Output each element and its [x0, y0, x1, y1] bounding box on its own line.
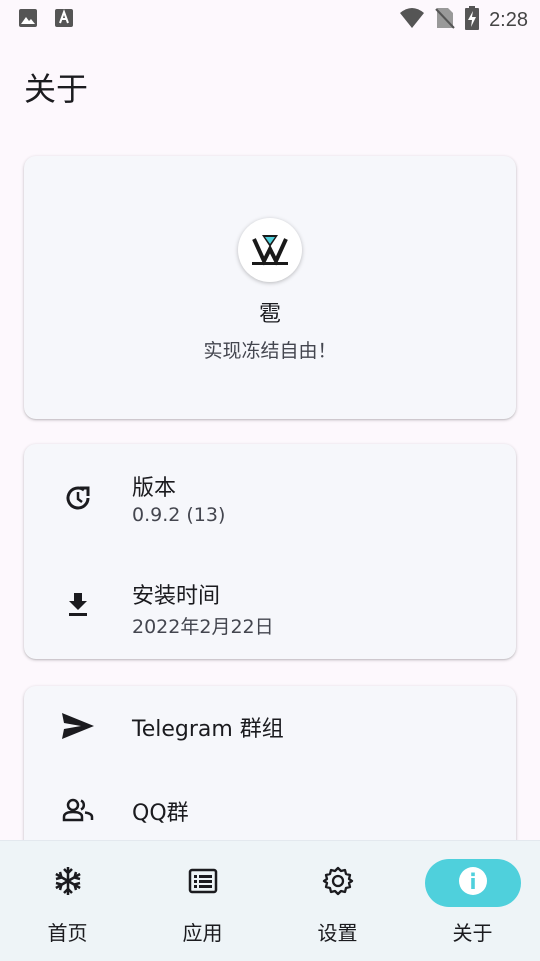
version-value: 0.9.2 (13) [132, 504, 226, 526]
no-sim-icon [435, 6, 455, 34]
gear-icon [322, 865, 354, 901]
install-time-value: 2022年2月22日 [132, 616, 274, 638]
send-icon [60, 708, 96, 744]
community-links-card: Telegram 群组 QQ群 [24, 686, 516, 866]
wifi-icon [399, 7, 425, 33]
group-icon [60, 792, 96, 828]
qq-group-label: QQ群 [132, 801, 189, 826]
image-notification-icon [18, 8, 38, 32]
nav-label-settings: 设置 [317, 921, 358, 945]
nav-pill-home [20, 859, 116, 907]
info-icon [457, 865, 489, 901]
app-tagline: 实现冻结自由！ [203, 340, 337, 362]
bottom-navigation: 首页 应用 设置 关于 [0, 840, 540, 961]
list-icon [188, 868, 218, 898]
nav-item-settings[interactable]: 设置 [270, 841, 405, 961]
install-time-row[interactable]: 安装时间 2022年2月22日 [24, 552, 516, 652]
download-icon [60, 586, 96, 622]
nav-pill-settings [290, 859, 386, 907]
snowflake-icon [52, 865, 84, 901]
battery-charging-icon [465, 6, 480, 34]
nav-pill-about [425, 859, 521, 907]
app-name: 雹 [258, 302, 281, 327]
version-info-card: 版本 0.9.2 (13) 安装时间 2022年2月22日 [24, 444, 516, 659]
page-title: 关于 [24, 70, 89, 108]
status-time: 2:28 [489, 8, 528, 31]
app-info-card: 雹 实现冻结自由！ [24, 156, 516, 419]
nav-pill-apps [155, 859, 251, 907]
version-label: 版本 [132, 476, 177, 501]
update-history-icon [60, 480, 96, 516]
install-time-label: 安装时间 [132, 584, 221, 609]
status-bar: 2:28 [0, 0, 540, 36]
version-row[interactable]: 版本 0.9.2 (13) [24, 444, 516, 544]
nav-item-apps[interactable]: 应用 [135, 841, 270, 961]
app-logo [238, 218, 302, 282]
nav-label-apps: 应用 [182, 921, 223, 945]
nav-item-about[interactable]: 关于 [405, 841, 540, 961]
nav-item-home[interactable]: 首页 [0, 841, 135, 961]
font-notification-icon [54, 8, 74, 32]
nav-label-home: 首页 [47, 921, 88, 945]
nav-label-about: 关于 [452, 921, 493, 945]
telegram-group-label: Telegram 群组 [132, 717, 284, 742]
